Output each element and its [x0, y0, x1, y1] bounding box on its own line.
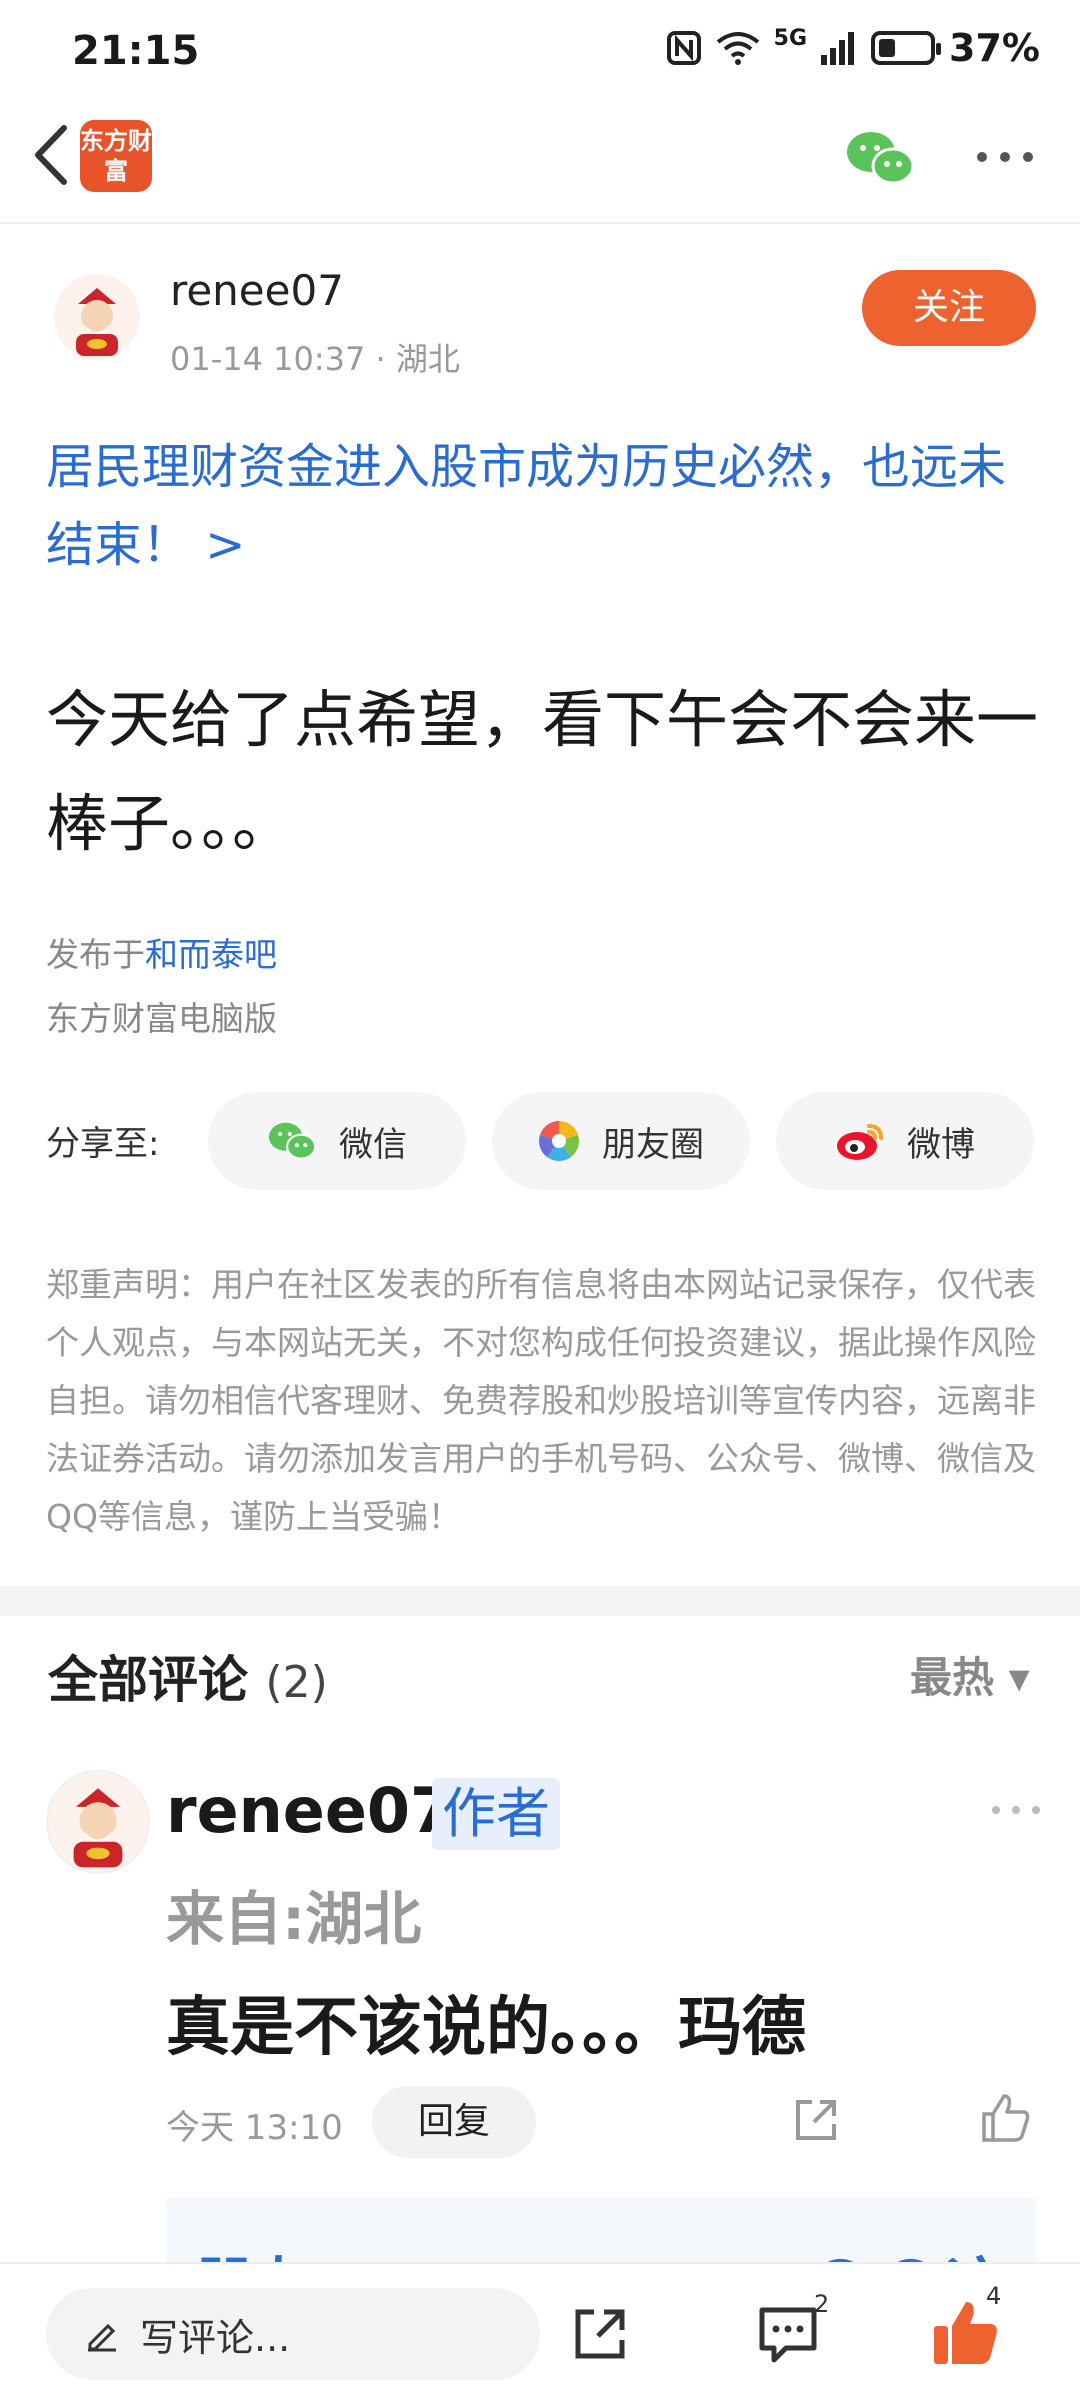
- comment-count: 2: [814, 2290, 830, 2318]
- like-count: 4: [986, 2282, 1002, 2310]
- status-icons: 5G 37%: [666, 26, 1040, 70]
- post-device: 东方财富电脑版: [46, 999, 277, 1038]
- commenter-name[interactable]: renee07: [166, 1774, 453, 1847]
- post-meta: 01-14 10:37 · 湖北: [170, 334, 460, 380]
- comments-count: (2): [265, 1657, 328, 1708]
- commenter-location: 来自:湖北: [166, 1885, 422, 1953]
- comments-title: 全部评论: [48, 1651, 248, 1709]
- section-divider: [0, 1586, 1080, 1616]
- weibo-icon: [837, 1124, 883, 1160]
- commenter-avatar[interactable]: [46, 1770, 150, 1874]
- share-wechat-button[interactable]: 微信: [208, 1092, 466, 1190]
- pencil-icon: [88, 2323, 116, 2352]
- more-options-icon[interactable]: [975, 150, 1035, 164]
- share-weibo-button[interactable]: 微博: [776, 1092, 1034, 1190]
- post-location: · 湖北: [375, 340, 460, 378]
- write-comment-input[interactable]: 写评论...: [46, 2288, 540, 2380]
- reply-button[interactable]: 回复: [372, 2086, 536, 2158]
- share-moments-label: 朋友圈: [602, 1124, 704, 1165]
- signal-icon: [821, 32, 855, 65]
- comment-more-icon[interactable]: [990, 1804, 1042, 1816]
- write-comment-placeholder: 写评论...: [140, 2315, 291, 2360]
- author-name[interactable]: renee07: [170, 266, 344, 315]
- stock-bar-link[interactable]: 和而泰吧: [145, 935, 277, 974]
- posted-in-prefix: 发布于: [46, 935, 145, 974]
- battery-icon: [871, 31, 942, 65]
- wechat-share-icon[interactable]: [845, 128, 915, 188]
- posted-in: 发布于和而泰吧: [46, 928, 277, 976]
- comments-header: 全部评论 (2): [48, 1640, 328, 1712]
- back-arrow-icon[interactable]: [24, 120, 84, 190]
- follow-button[interactable]: 关注: [862, 270, 1036, 346]
- share-moments-button[interactable]: 朋友圈: [492, 1092, 750, 1190]
- battery-level: 37%: [949, 26, 1040, 70]
- comment-time: 今天 13:10: [166, 2108, 343, 2148]
- moments-icon: [539, 1121, 579, 1161]
- comment-share-icon[interactable]: [792, 2096, 840, 2144]
- author-badge: 作者: [432, 1778, 560, 1850]
- share-wechat-label: 微信: [339, 1124, 407, 1165]
- post-date: 01-14 10:37: [170, 340, 366, 378]
- wechat-icon: [268, 1122, 317, 1160]
- sort-dropdown[interactable]: 最热 ▾: [910, 1644, 1030, 1705]
- share-icon[interactable]: [570, 2304, 630, 2364]
- topic-link[interactable]: 居民理财资金进入股市成为历史必然，也远未结束！ >: [46, 428, 1036, 584]
- comment-text: 真是不该说的。。。玛德: [166, 1991, 806, 2065]
- comment-like-icon[interactable]: [980, 2092, 1032, 2144]
- comment-icon[interactable]: [756, 2304, 820, 2366]
- share-weibo-label: 微博: [907, 1124, 975, 1165]
- nfc-icon: [666, 31, 701, 65]
- share-label: 分享至:: [46, 1124, 160, 1164]
- post-body: 今天给了点希望，看下午会不会来一棒子。。。: [46, 683, 1039, 860]
- author-avatar[interactable]: [54, 274, 140, 360]
- disclaimer-text: 郑重声明：用户在社区发表的所有信息将由本网站记录保存，仅代表个人观点，与本网站无…: [46, 1265, 1036, 1536]
- app-logo: 东方财富: [80, 120, 152, 192]
- wifi-icon: [716, 32, 759, 65]
- caishen-avatar-icon: [54, 274, 140, 360]
- network-type: 5G: [773, 26, 808, 51]
- caishen-avatar-icon: [48, 1772, 148, 1872]
- header-divider: [0, 222, 1080, 224]
- status-time: 21:15: [72, 28, 200, 74]
